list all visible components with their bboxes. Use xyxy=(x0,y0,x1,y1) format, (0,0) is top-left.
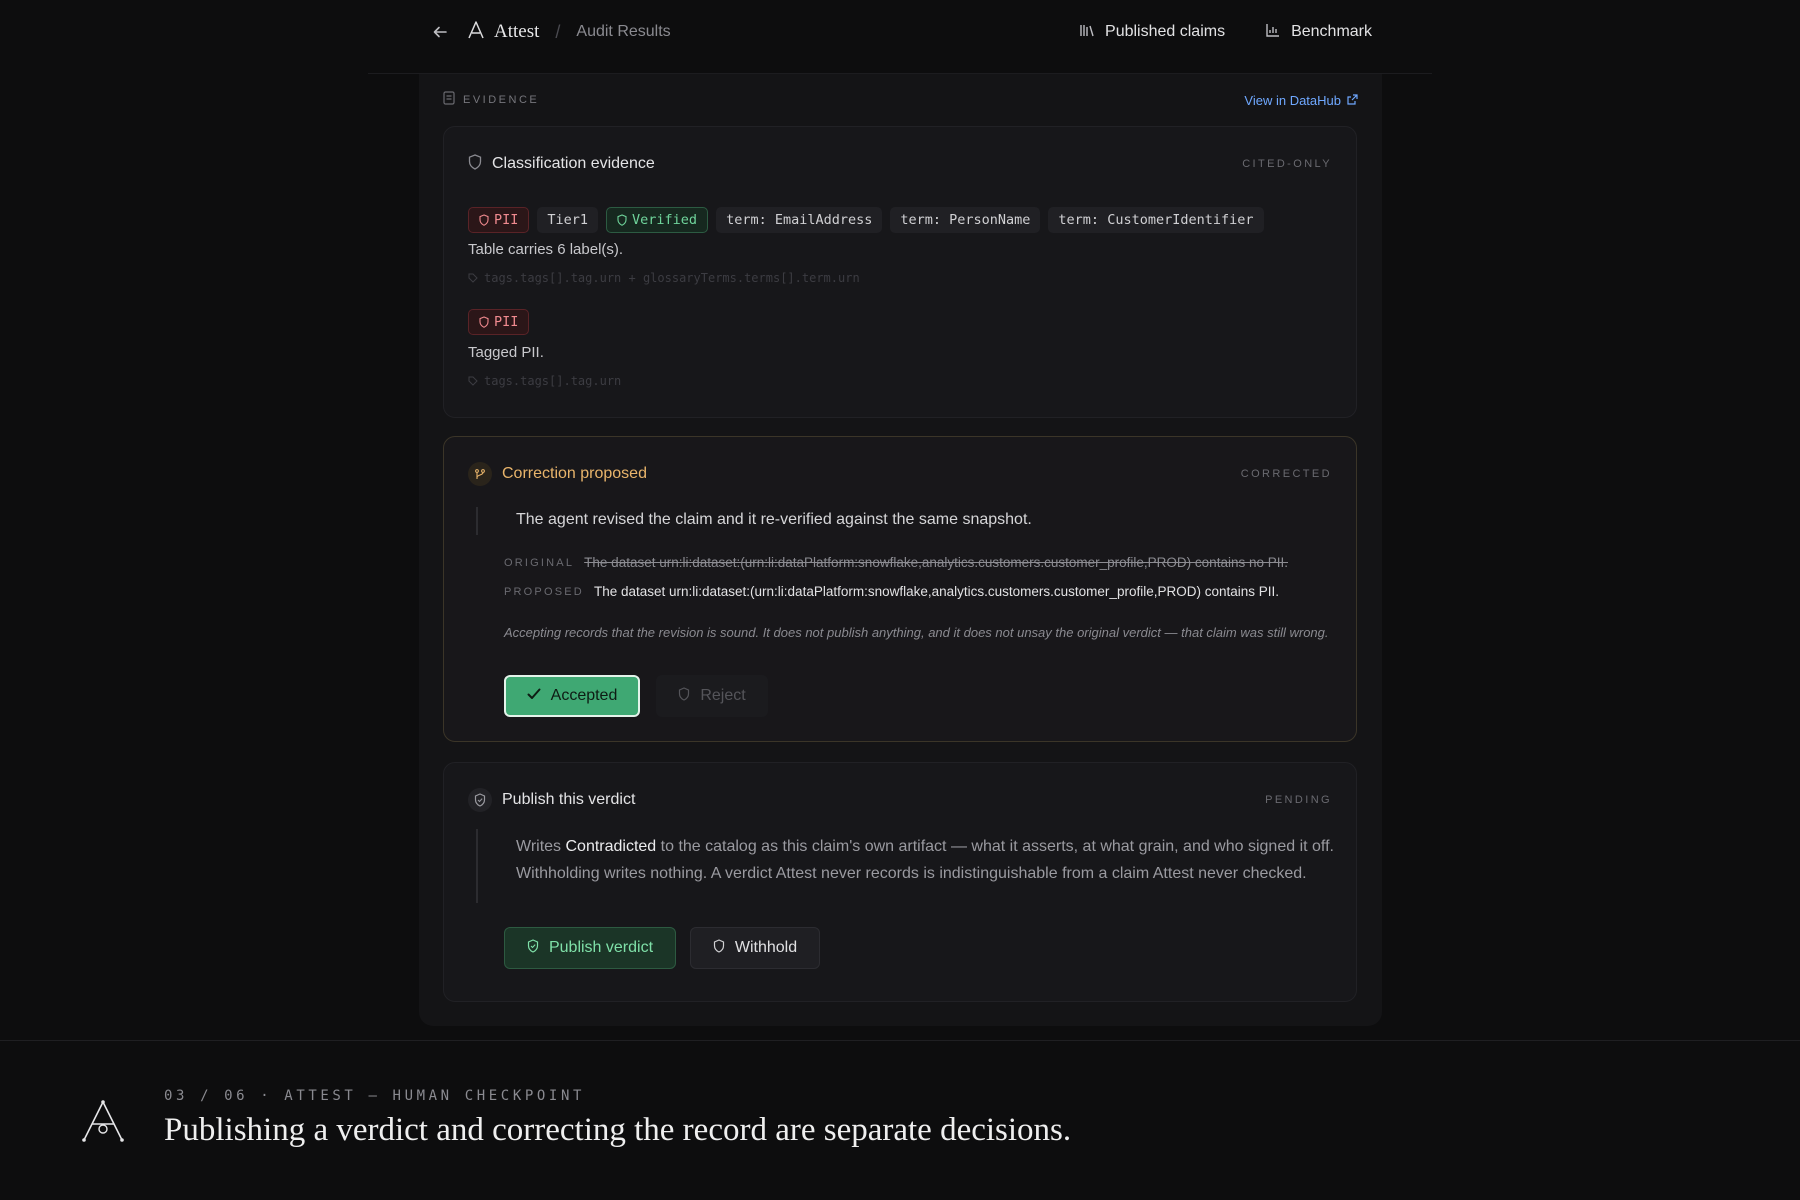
proposed-claim: PROPOSED The dataset urn:li:dataset:(urn… xyxy=(504,584,1279,599)
attest-mark-icon xyxy=(80,1098,126,1149)
brand[interactable]: Attest xyxy=(466,20,539,45)
nav-links: Published claims Benchmark xyxy=(1079,22,1432,43)
accepted-label: Accepted xyxy=(550,687,618,704)
nav-published-claims-label: Published claims xyxy=(1105,23,1226,40)
footer-divider xyxy=(0,1040,1800,1041)
reject-label: Reject xyxy=(700,687,746,704)
publish-card: Publish this verdict PENDING Writes Cont… xyxy=(443,762,1357,1002)
nav-published-claims[interactable]: Published claims xyxy=(1079,22,1225,43)
attest-logo-icon xyxy=(466,20,486,45)
footer-kicker: 03 / 06 · ATTEST — HUMAN CHECKPOINT xyxy=(164,1088,586,1104)
shield-check-icon xyxy=(617,214,627,226)
accepted-button[interactable]: Accepted xyxy=(504,675,640,717)
publish-description: Writes Contradicted to the catalog as th… xyxy=(516,833,1336,887)
tag-term-email: term: EmailAddress xyxy=(716,207,883,233)
publish-text-bold: Contradicted xyxy=(565,838,657,855)
classification-summary: Table carries 6 label(s). xyxy=(468,241,624,258)
correction-title: Correction proposed xyxy=(502,465,647,482)
proposed-key: PROPOSED xyxy=(504,585,584,598)
original-key: ORIGINAL xyxy=(504,556,575,569)
classification-title: Classification evidence xyxy=(492,155,655,172)
classification-evidence-card: Classification evidence CITED-ONLY PII T… xyxy=(443,126,1357,418)
publish-text-before: Writes xyxy=(516,838,566,855)
withhold-label: Withhold xyxy=(734,939,798,956)
bar-chart-icon xyxy=(1265,22,1281,43)
tag-pii-2-label: PII xyxy=(494,314,519,330)
reject-button[interactable]: Reject xyxy=(656,675,768,717)
tag-icon xyxy=(468,273,478,283)
label-tags: PII Tier1 Verified term: EmailAddress te… xyxy=(468,207,1264,233)
shield-icon xyxy=(479,214,489,226)
check-icon xyxy=(527,687,541,705)
correction-title-row: Correction proposed CORRECTED xyxy=(468,461,1332,487)
quote-rail xyxy=(476,507,478,535)
correction-status: CORRECTED xyxy=(1240,468,1332,480)
source-path: tags.tags[].tag.urn + glossaryTerms.term… xyxy=(468,271,860,285)
source-path-text: tags.tags[].tag.urn + glossaryTerms.term… xyxy=(484,271,860,285)
publish-status: PENDING xyxy=(1265,794,1332,806)
label-tags-2: PII xyxy=(468,309,530,335)
source-path-2-text: tags.tags[].tag.urn xyxy=(484,374,622,388)
classification-title-row: Classification evidence CITED-ONLY xyxy=(468,151,1332,177)
evidence-panel: EVIDENCE View in DataHub Classification … xyxy=(419,74,1382,1026)
list-icon xyxy=(443,90,455,110)
shield-check-icon xyxy=(527,938,539,958)
original-value: The dataset urn:li:dataset:(urn:li:dataP… xyxy=(584,555,1288,570)
publish-title-row: Publish this verdict PENDING xyxy=(468,787,1332,813)
publish-title: Publish this verdict xyxy=(502,791,636,808)
classification-summary-2: Tagged PII. xyxy=(468,344,544,361)
classification-status: CITED-ONLY xyxy=(1242,158,1332,170)
view-in-datahub-label: View in DataHub xyxy=(1244,92,1341,108)
git-branch-icon xyxy=(468,462,492,486)
withhold-button[interactable]: Withhold xyxy=(690,927,820,969)
evidence-label: EVIDENCE xyxy=(463,94,540,106)
shield-icon xyxy=(479,316,489,328)
original-claim: ORIGINAL The dataset urn:li:dataset:(urn… xyxy=(504,555,1288,570)
external-link-icon xyxy=(1347,93,1358,108)
library-icon xyxy=(1079,22,1095,43)
shield-icon xyxy=(468,153,482,175)
tag-term-customer: term: CustomerIdentifier xyxy=(1048,207,1264,233)
tag-pii-2: PII xyxy=(468,309,530,335)
evidence-header: EVIDENCE View in DataHub xyxy=(443,88,1358,112)
correction-quote: The agent revised the claim and it re-ve… xyxy=(516,511,1032,528)
shield-icon xyxy=(713,938,725,958)
top-nav-bar: Attest / Audit Results Published claims … xyxy=(428,18,1432,46)
proposed-value: The dataset urn:li:dataset:(urn:li:dataP… xyxy=(593,584,1279,599)
tag-pii-label: PII xyxy=(494,212,519,228)
source-path-2: tags.tags[].tag.urn xyxy=(468,374,621,388)
view-in-datahub-link[interactable]: View in DataHub xyxy=(1244,93,1358,108)
nav-benchmark-label: Benchmark xyxy=(1291,23,1372,40)
acceptance-note: Accepting records that the revision is s… xyxy=(504,625,1329,640)
tag-pii: PII xyxy=(468,207,530,233)
tag-icon xyxy=(468,376,478,386)
tag-tier: Tier1 xyxy=(537,207,599,233)
top-nav: Attest / Audit Results Published claims … xyxy=(368,0,1432,74)
breadcrumb-separator: / xyxy=(555,21,561,42)
back-arrow-icon[interactable] xyxy=(428,20,452,44)
footer-headline: Publishing a verdict and correcting the … xyxy=(164,1112,1072,1148)
tag-verified-label: Verified xyxy=(632,212,698,228)
publish-verdict-button[interactable]: Publish verdict xyxy=(504,927,676,969)
tag-verified: Verified xyxy=(606,207,709,233)
shield-icon xyxy=(678,686,690,706)
correction-card: Correction proposed CORRECTED The agent … xyxy=(443,436,1357,742)
nav-benchmark[interactable]: Benchmark xyxy=(1265,22,1372,43)
publish-rail xyxy=(476,829,478,903)
tag-term-person: term: PersonName xyxy=(890,207,1041,233)
publish-verdict-label: Publish verdict xyxy=(548,939,654,956)
shield-check-icon xyxy=(468,788,492,812)
breadcrumb-current[interactable]: Audit Results xyxy=(576,23,670,41)
brand-name: Attest xyxy=(494,21,540,42)
